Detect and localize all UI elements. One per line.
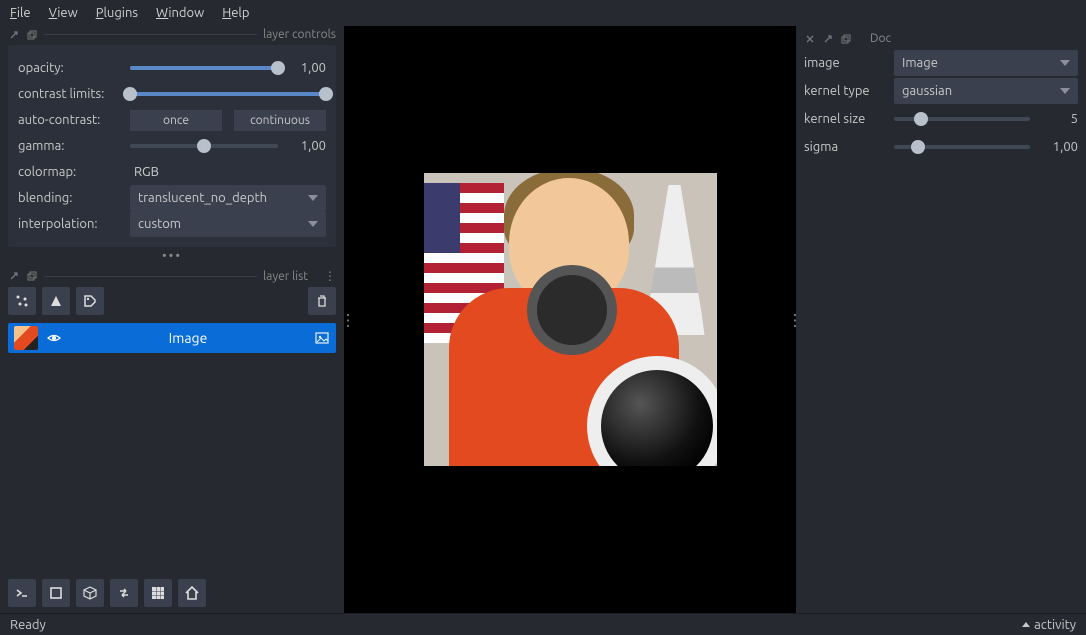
right-dock: Doc image Image kernel type gaussian ker… (796, 26, 1086, 613)
kernel-size-label: kernel size (804, 112, 886, 126)
gamma-label: gamma: (18, 139, 122, 153)
chevron-down-icon (1060, 60, 1070, 66)
console-button[interactable] (8, 579, 36, 607)
auto-contrast-label: auto-contrast: (18, 113, 122, 127)
kernel-type-value: gaussian (902, 84, 952, 98)
blending-value: translucent_no_depth (138, 191, 267, 205)
kernel-size-value: 5 (1038, 112, 1078, 126)
undock-icon[interactable] (822, 33, 834, 45)
colormap-label: colormap: (18, 165, 122, 179)
float-icon[interactable] (26, 29, 38, 41)
layer-list-title: layer list (263, 270, 308, 283)
chevron-down-icon (308, 195, 318, 201)
interpolation-select[interactable]: custom (130, 211, 326, 237)
chevron-down-icon (308, 221, 318, 227)
ndisplay-button[interactable] (42, 579, 70, 607)
gamma-slider[interactable] (130, 135, 278, 157)
float-icon[interactable] (26, 270, 38, 282)
auto-contrast-continuous-button[interactable]: continuous (234, 110, 326, 131)
layer-toolbar (0, 283, 344, 319)
blending-label: blending: (18, 191, 122, 205)
layer-item-image[interactable]: Image (8, 323, 336, 353)
dock-header: Doc (804, 32, 1078, 49)
menu-file[interactable]: File (10, 6, 31, 20)
kebab-icon[interactable]: ⋮ (324, 269, 336, 283)
image-layer-icon (314, 330, 330, 346)
gamma-value: 1,00 (286, 139, 326, 153)
colormap-value: RGB (130, 165, 159, 179)
grid-button[interactable] (144, 579, 172, 607)
home-button[interactable] (178, 579, 206, 607)
menu-plugins[interactable]: Plugins (96, 6, 138, 20)
caret-up-icon[interactable] (1022, 622, 1030, 627)
layer-name: Image (70, 330, 306, 346)
new-shapes-button[interactable] (42, 287, 70, 315)
viewer-toolbar (0, 573, 344, 613)
menu-window[interactable]: Window (156, 6, 204, 20)
dock-title: Doc (870, 32, 891, 45)
resize-grip-left[interactable]: ⋮ (340, 310, 353, 329)
resize-grip-right[interactable]: ⋮ (787, 310, 800, 329)
new-points-button[interactable] (8, 287, 36, 315)
undock-icon[interactable] (8, 270, 20, 282)
auto-contrast-once-button[interactable]: once (130, 110, 222, 131)
menu-bar: File View Plugins Window Help (0, 0, 1086, 26)
sigma-slider[interactable] (894, 136, 1030, 158)
panel-resize-grip[interactable]: ••• (0, 247, 344, 267)
interpolation-value: custom (138, 217, 181, 231)
sigma-value: 1,00 (1038, 140, 1078, 154)
kernel-type-select[interactable]: gaussian (894, 78, 1078, 104)
transpose-button[interactable] (110, 579, 138, 607)
status-ready: Ready (10, 618, 46, 632)
dock-image-select[interactable]: Image (894, 50, 1078, 76)
dock-image-label: image (804, 56, 886, 70)
opacity-slider[interactable] (130, 57, 278, 79)
opacity-value: 1,00 (286, 61, 326, 75)
menu-view[interactable]: View (49, 6, 78, 20)
contrast-label: contrast limits: (18, 87, 122, 101)
left-sidebar: layer controls opacity: 1,00 contrast li… (0, 26, 344, 613)
menu-help[interactable]: Help (222, 6, 249, 20)
status-bar: Ready activity (0, 613, 1086, 635)
dock-image-value: Image (902, 56, 938, 70)
close-icon[interactable] (804, 33, 816, 45)
layer-controls-title: layer controls (263, 28, 336, 41)
roll-dims-button[interactable] (76, 579, 104, 607)
layer-controls-panel: opacity: 1,00 contrast limits: auto-cont… (8, 45, 336, 247)
contrast-range[interactable] (130, 83, 326, 105)
kernel-size-slider[interactable] (894, 108, 1030, 130)
kernel-type-label: kernel type (804, 84, 886, 98)
layer-list-header: layer list ⋮ (0, 267, 344, 283)
opacity-label: opacity: (18, 61, 122, 75)
layer-controls-header: layer controls (0, 26, 344, 41)
new-labels-button[interactable] (76, 287, 104, 315)
layer-thumbnail (14, 326, 38, 350)
canvas-viewport[interactable]: ⋮ ⋮ (344, 26, 796, 613)
blending-select[interactable]: translucent_no_depth (130, 185, 326, 211)
visibility-toggle-icon[interactable] (46, 330, 62, 346)
displayed-image (424, 173, 717, 466)
undock-icon[interactable] (8, 29, 20, 41)
float-icon[interactable] (840, 33, 852, 45)
delete-layer-button[interactable] (308, 287, 336, 315)
status-activity[interactable]: activity (1034, 618, 1076, 632)
interpolation-label: interpolation: (18, 217, 122, 231)
sigma-label: sigma (804, 140, 886, 154)
chevron-down-icon (1060, 88, 1070, 94)
